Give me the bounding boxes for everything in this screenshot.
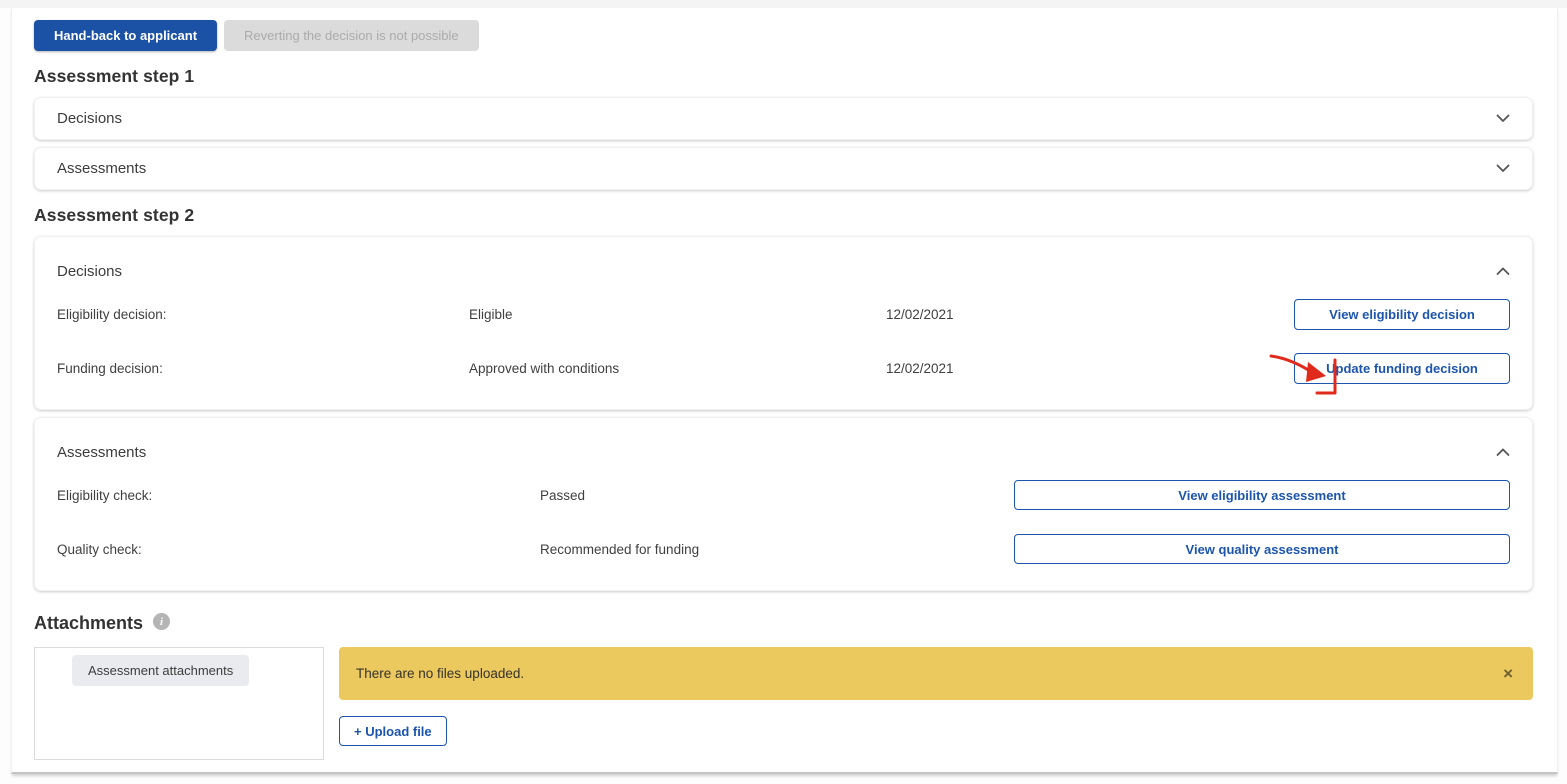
info-icon[interactable]: i — [153, 613, 170, 630]
panel-title: Assessments — [57, 160, 146, 177]
panel-title: Decisions — [57, 110, 122, 127]
row-date: 12/02/2021 — [886, 307, 1294, 322]
attachments-tab-list: Assessment attachments — [34, 647, 324, 760]
no-files-alert: There are no files uploaded. × — [339, 647, 1533, 700]
assessment-attachments-tab[interactable]: Assessment attachments — [72, 655, 249, 686]
step1-heading: Assessment step 1 — [34, 66, 1533, 87]
row-value: Recommended for funding — [540, 542, 1014, 557]
step1-assessments-panel-header[interactable]: Assessments — [34, 147, 1533, 190]
eligibility-decision-row: Eligibility decision: Eligible 12/02/202… — [57, 287, 1510, 341]
step1-decisions-panel-header[interactable]: Decisions — [34, 97, 1533, 140]
revert-decision-disabled-button: Reverting the decision is not possible — [224, 20, 479, 51]
row-label: Funding decision: — [57, 361, 469, 376]
chevron-down-icon[interactable] — [1496, 164, 1510, 173]
row-label: Quality check: — [57, 542, 540, 557]
page-top-strip — [0, 0, 1567, 8]
step2-decisions-panel: Decisions Eligibility decision: Eligible… — [34, 236, 1533, 410]
step2-heading: Assessment step 2 — [34, 205, 1533, 226]
view-eligibility-decision-button[interactable]: View eligibility decision — [1294, 299, 1510, 330]
hand-back-to-applicant-button[interactable]: Hand-back to applicant — [34, 20, 217, 51]
row-value: Eligible — [469, 307, 886, 322]
chevron-down-icon[interactable] — [1496, 114, 1510, 123]
row-label: Eligibility check: — [57, 488, 540, 503]
upload-file-button[interactable]: + Upload file — [339, 716, 447, 746]
attachments-section: Assessment attachments There are no file… — [34, 647, 1533, 760]
content-card: Hand-back to applicant Reverting the dec… — [11, 8, 1558, 774]
toolbar: Hand-back to applicant Reverting the dec… — [34, 20, 1533, 51]
attachments-heading: Attachments — [34, 613, 143, 634]
alert-text: There are no files uploaded. — [356, 666, 524, 681]
attachments-heading-row: Attachments i — [34, 613, 1533, 634]
step2-decisions-panel-header[interactable]: Decisions — [57, 255, 1510, 287]
panel-title: Assessments — [57, 444, 146, 461]
row-date: 12/02/2021 — [886, 361, 1294, 376]
quality-check-row: Quality check: Recommended for funding V… — [57, 522, 1510, 576]
close-icon[interactable]: × — [1503, 665, 1513, 682]
view-eligibility-assessment-button[interactable]: View eligibility assessment — [1014, 480, 1510, 510]
chevron-up-icon[interactable] — [1496, 448, 1510, 457]
row-value: Approved with conditions — [469, 361, 886, 376]
eligibility-check-row: Eligibility check: Passed View eligibili… — [57, 468, 1510, 522]
view-quality-assessment-button[interactable]: View quality assessment — [1014, 534, 1510, 564]
panel-title: Decisions — [57, 263, 122, 280]
funding-decision-row: Funding decision: Approved with conditio… — [57, 341, 1510, 395]
attachments-content: There are no files uploaded. × + Upload … — [339, 647, 1533, 760]
update-funding-decision-button[interactable]: Update funding decision — [1294, 353, 1510, 384]
chevron-up-icon[interactable] — [1496, 267, 1510, 276]
row-value: Passed — [540, 488, 1014, 503]
row-label: Eligibility decision: — [57, 307, 469, 322]
step2-assessments-panel: Assessments Eligibility check: Passed Vi… — [34, 417, 1533, 591]
step2-assessments-panel-header[interactable]: Assessments — [57, 436, 1510, 468]
